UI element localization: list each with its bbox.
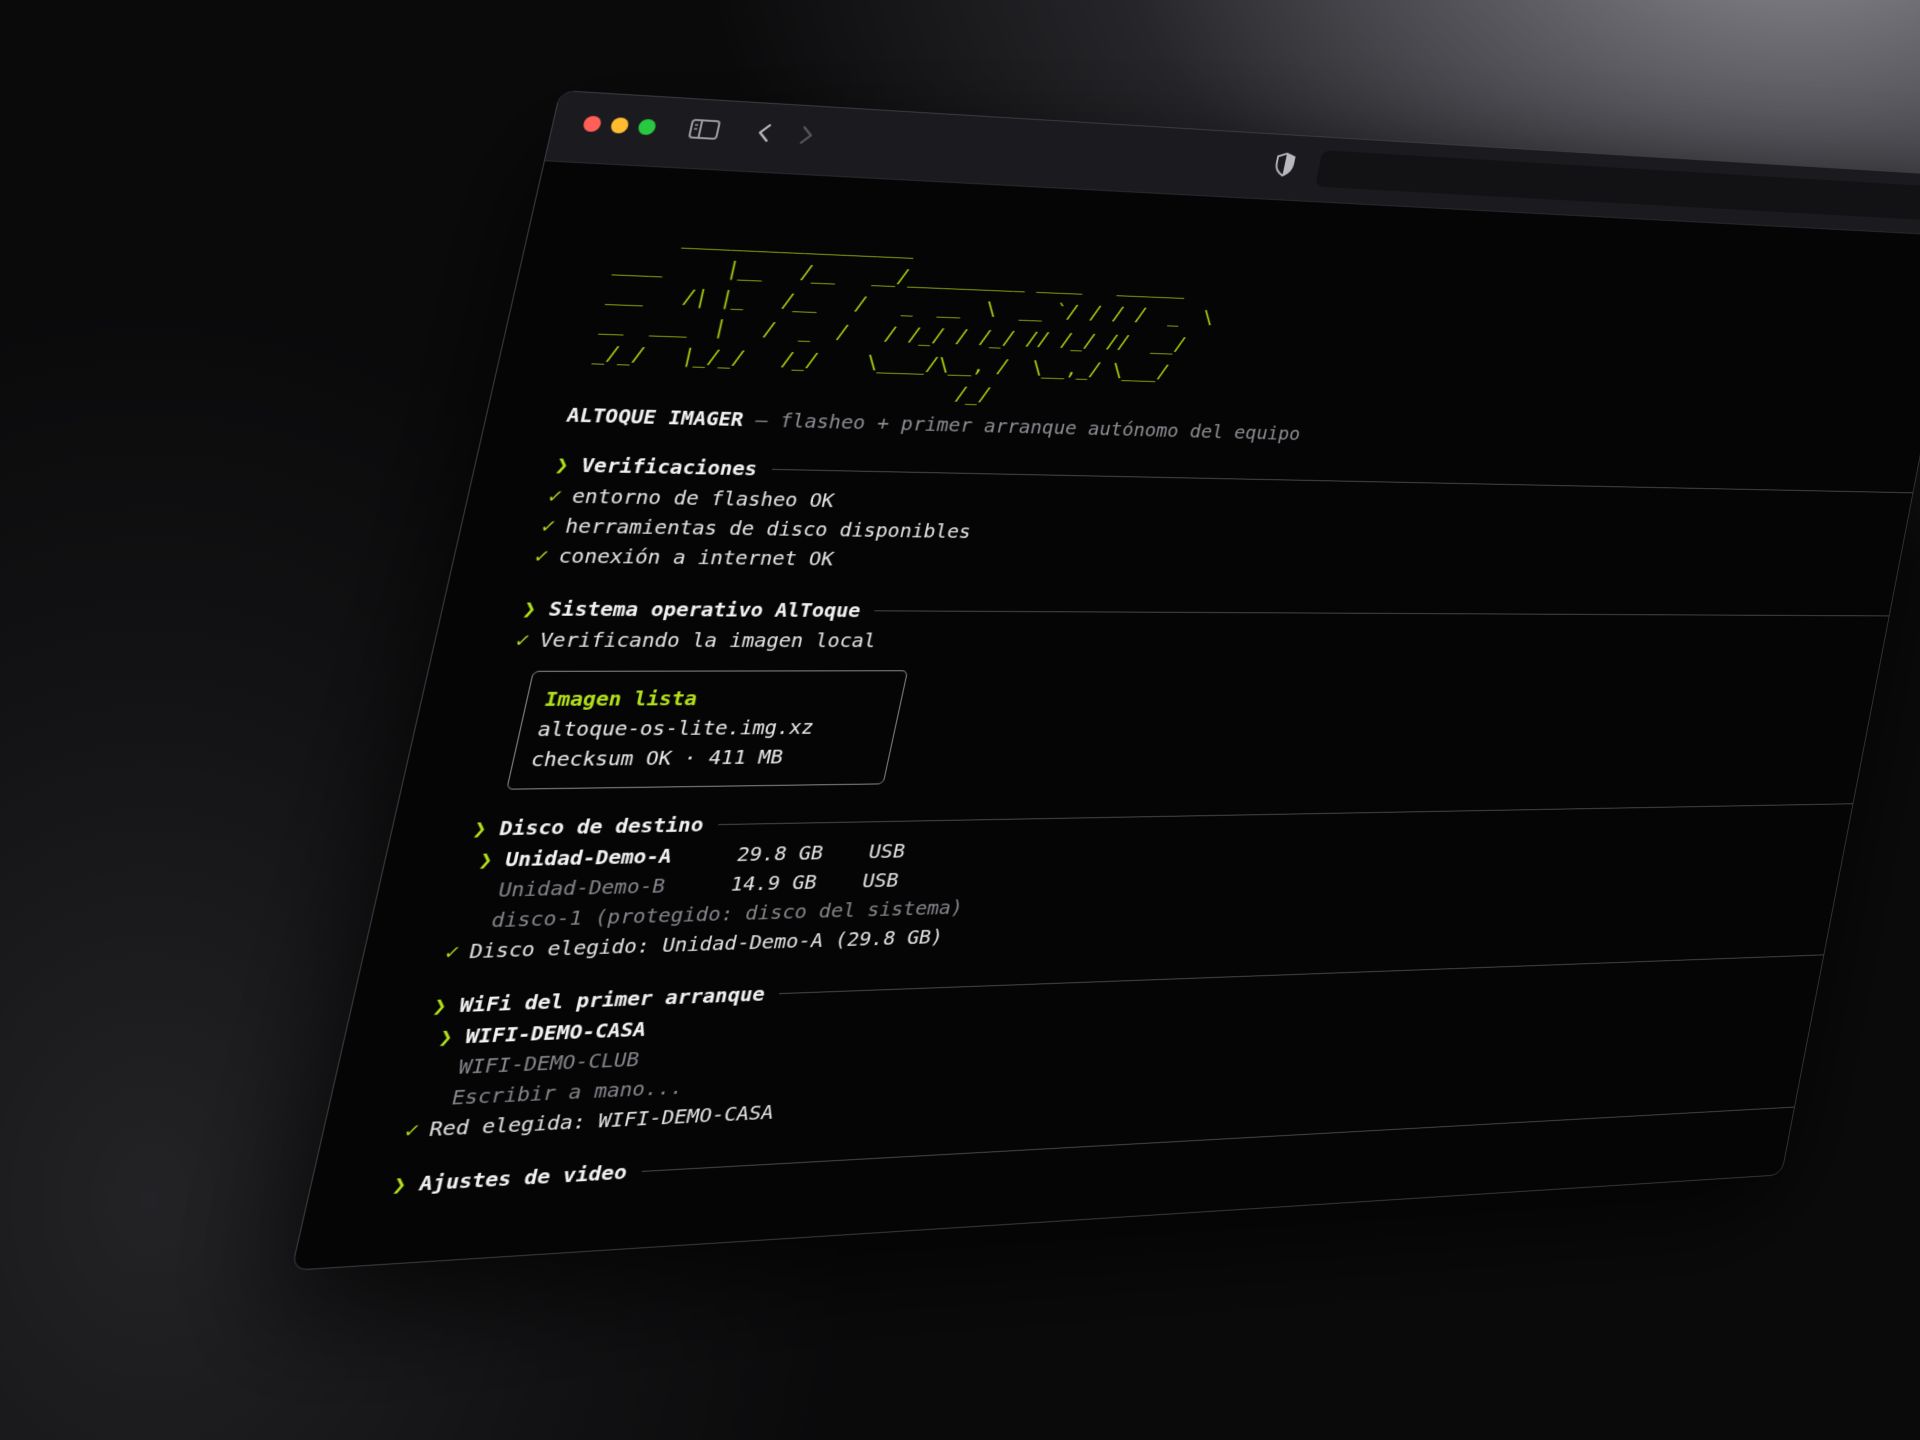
chevron-icon: ❯ [521, 596, 539, 620]
section-disk: ❯ Disco de destino ❯ Unidad-Demo-A 29.8 GB… [442, 789, 1855, 967]
sidebar-icon[interactable] [686, 117, 722, 142]
section-title: Disco de destino [497, 813, 706, 841]
app-name: ALTOQUE IMAGER [564, 403, 746, 431]
check-icon: ✓ [403, 1117, 422, 1142]
chevron-icon: ❯ [553, 452, 571, 476]
terminal-window: ___________________ ____ |__ /__ __/____… [291, 90, 1920, 1271]
desktop-background: ___________________ ____ |__ /__ __/____… [0, 0, 1920, 1440]
back-icon[interactable] [752, 121, 778, 145]
status-line: ✓ Verificando la imagen local [513, 625, 1886, 655]
check-icon: ✓ [514, 628, 532, 652]
section-divider [874, 610, 1889, 616]
section-header: ❯ Sistema operativo AlToque [520, 592, 1892, 629]
minimize-button[interactable] [609, 117, 629, 134]
chevron-icon: ❯ [431, 993, 450, 1018]
chevron-icon: ❯ [471, 816, 490, 841]
image-ready-box: Imagen lista altoque-os-lite.img.xz chec… [506, 670, 908, 789]
image-filename: altoque-os-lite.img.xz [535, 712, 883, 744]
box-title: Imagen lista [541, 683, 888, 714]
image-checksum: checksum OK · 411 MB [528, 741, 876, 774]
shield-icon[interactable] [1271, 151, 1298, 178]
close-button[interactable] [582, 116, 603, 133]
check-icon: ✓ [546, 483, 564, 507]
terminal-output: ___________________ ____ |__ /__ __/____… [292, 161, 1920, 1269]
zoom-button[interactable] [637, 119, 657, 136]
check-icon: ✓ [443, 939, 462, 964]
section-os: ❯ Sistema operativo AlToque ✓ Verificando… [482, 592, 1891, 790]
chevron-icon: ❯ [390, 1172, 409, 1198]
section-title: Verificaciones [579, 453, 760, 480]
forward-icon[interactable] [793, 123, 818, 147]
check-icon: ✓ [533, 543, 551, 567]
check-icon: ✓ [539, 513, 557, 537]
section-checks: ❯ Verificaciones ✓ entorno de flasheo OK … [532, 448, 1915, 582]
section-title: Ajustes de video [417, 1160, 630, 1196]
selection-chevron-icon: ❯ [437, 1024, 456, 1049]
ascii-logo: ___________________ ____ |__ /__ __/____… [571, 219, 1920, 435]
selection-chevron-icon: ❯ [477, 847, 496, 872]
section-title: Sistema operativo AlToque [546, 597, 863, 622]
